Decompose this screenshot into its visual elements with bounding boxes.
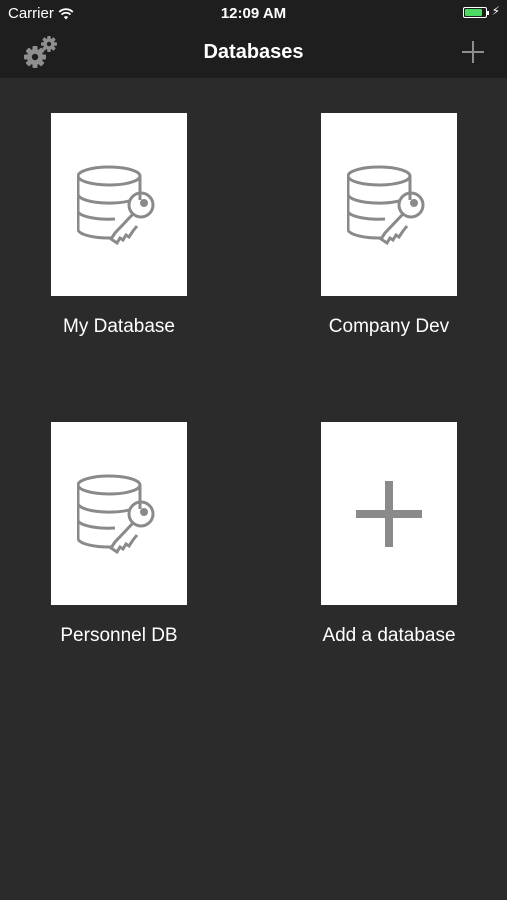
battery-nub: [487, 11, 489, 15]
status-time: 12:09 AM: [220, 5, 287, 22]
database-tile[interactable]: Company Dev: [299, 113, 479, 338]
database-key-icon: [347, 165, 425, 245]
database-tile[interactable]: Personnel DB: [29, 422, 209, 647]
lightning-icon: ⚡: [491, 4, 500, 18]
database-card[interactable]: [321, 113, 457, 296]
database-card[interactable]: [51, 422, 187, 605]
navigation-bar: Databases: [0, 28, 507, 78]
status-bar: Carrier 12:09 AM ⚡: [0, 0, 507, 28]
add-database-tile[interactable]: Add a database: [299, 422, 479, 647]
battery-level: [465, 9, 482, 16]
database-card[interactable]: [51, 113, 187, 296]
add-button[interactable]: [459, 38, 487, 66]
database-key-icon: [77, 165, 155, 245]
add-database-label: Add a database: [322, 625, 456, 646]
database-key-icon: [77, 474, 155, 554]
database-label: Company Dev: [328, 316, 450, 337]
page-title: Databases: [203, 41, 304, 63]
database-label: My Database: [63, 316, 175, 337]
database-tile[interactable]: My Database: [29, 113, 209, 338]
add-database-card[interactable]: [321, 422, 457, 605]
plus-icon: [356, 480, 422, 547]
plus-icon: [462, 41, 484, 63]
battery-icon: [463, 7, 489, 18]
database-label: Personnel DB: [60, 625, 178, 646]
